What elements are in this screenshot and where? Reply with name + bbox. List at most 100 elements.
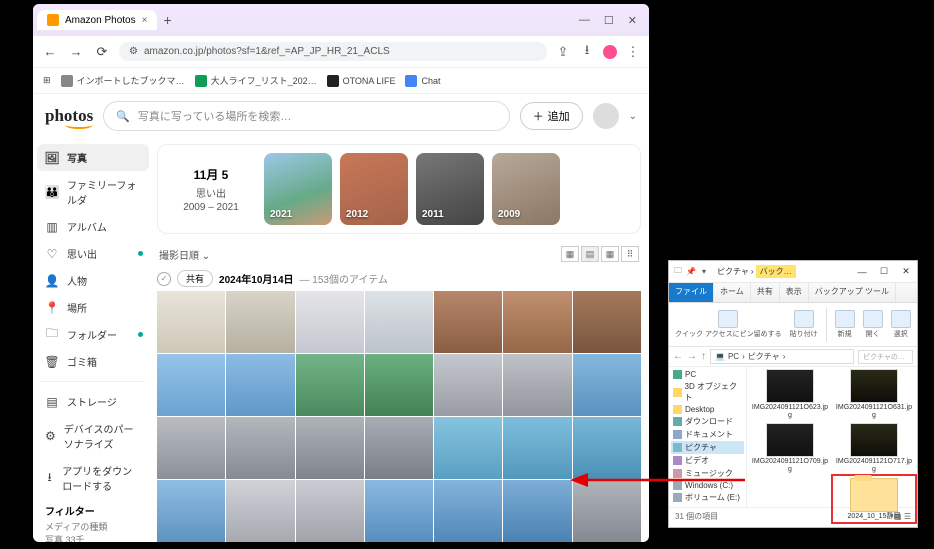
ribbon-tab-backup[interactable]: バックアップ ツール [809, 283, 896, 302]
chevron-down-icon[interactable]: ⌄ [629, 111, 637, 122]
file-item[interactable]: IMG2024091121O631.jpg [835, 369, 913, 419]
photo-thumbnail[interactable] [434, 417, 502, 479]
ribbon-tab-home[interactable]: ホーム [714, 283, 751, 302]
ribbon-pin-quickaccess[interactable]: クイック アクセスにピン留めする [675, 310, 782, 339]
photo-thumbnail[interactable] [296, 480, 364, 542]
ribbon-tab-share[interactable]: 共有 [751, 283, 780, 302]
tree-videos[interactable]: ビデオ [671, 454, 744, 467]
photo-thumbnail[interactable] [365, 417, 433, 479]
breadcrumb[interactable]: 💻 PC› ピクチャ› [710, 349, 854, 364]
filter-photos-count[interactable]: 写真 33千 [37, 533, 149, 542]
photo-thumbnail[interactable] [157, 354, 225, 416]
forward-icon[interactable]: → [687, 351, 697, 362]
photo-thumbnail[interactable] [157, 291, 225, 353]
photo-thumbnail[interactable] [296, 417, 364, 479]
view-small-icon[interactable]: ▦ [601, 246, 619, 262]
back-icon[interactable]: ← [41, 44, 59, 59]
photo-thumbnail[interactable] [503, 480, 571, 542]
photo-thumbnail[interactable] [573, 480, 641, 542]
tree-3d[interactable]: 3D オブジェクト [671, 380, 744, 404]
profile-avatar[interactable] [603, 45, 617, 59]
photo-thumbnail[interactable] [573, 291, 641, 353]
tree-drive-c[interactable]: Windows (C:) [671, 480, 744, 491]
new-tab-button[interactable]: + [163, 12, 171, 28]
download-icon[interactable]: ⭳ [579, 41, 595, 63]
bookmark-item[interactable]: Chat [405, 75, 440, 87]
view-mode-icons[interactable]: ▦ ☰ [894, 512, 911, 521]
ribbon-tab-view[interactable]: 表示 [780, 283, 809, 302]
amazon-photos-logo[interactable]: photos [45, 106, 93, 126]
browser-tab[interactable]: Amazon Photos × [37, 10, 157, 30]
user-avatar[interactable] [593, 103, 619, 129]
view-large-icon[interactable]: ▦ [561, 246, 579, 262]
close-icon[interactable]: ✕ [895, 262, 917, 282]
memory-card[interactable]: 2011 [416, 153, 484, 225]
ribbon-select[interactable]: 選択 [891, 310, 911, 339]
ribbon-new[interactable]: 新規 [835, 310, 855, 339]
photo-thumbnail[interactable] [296, 354, 364, 416]
minimize-icon[interactable]: — [579, 14, 590, 27]
tree-drive-e[interactable]: ボリューム (E:) [671, 491, 744, 504]
sidebar-item-storage[interactable]: ▤ストレージ [37, 388, 149, 415]
photo-thumbnail[interactable] [157, 480, 225, 542]
photo-thumbnail[interactable] [226, 291, 294, 353]
view-medium-icon[interactable]: ▤ [581, 246, 599, 262]
sidebar-item-memories[interactable]: ♡思い出 [37, 240, 149, 267]
site-info-icon[interactable]: ⚙ [129, 46, 138, 57]
tree-documents[interactable]: ドキュメント [671, 428, 744, 441]
maximize-icon[interactable]: ☐ [873, 262, 895, 282]
select-all-checkbox[interactable]: ✓ [157, 272, 171, 286]
file-item[interactable]: IMG2024091121O623.jpg [751, 369, 829, 419]
photo-thumbnail[interactable] [503, 291, 571, 353]
photo-thumbnail[interactable] [157, 417, 225, 479]
sidebar-item-family[interactable]: 👪ファミリーフォルダ [37, 171, 149, 213]
sidebar-item-folders[interactable]: 🗀フォルダー [37, 321, 149, 348]
photo-thumbnail[interactable] [434, 354, 502, 416]
minimize-icon[interactable]: — [851, 262, 873, 282]
photo-thumbnail[interactable] [365, 291, 433, 353]
maximize-icon[interactable]: ☐ [604, 14, 614, 27]
view-tiny-icon[interactable]: ⠿ [621, 246, 639, 262]
memory-card[interactable]: 2012 [340, 153, 408, 225]
bookmark-item[interactable]: 大人ライフ_リスト_202… [195, 74, 317, 87]
memory-card[interactable]: 2009 [492, 153, 560, 225]
file-item[interactable]: IMG2024091121O709.jpg [751, 423, 829, 473]
sidebar-item-people[interactable]: 👤人物 [37, 267, 149, 294]
explorer-search[interactable]: ピクチャの… [858, 350, 913, 364]
add-button[interactable]: ＋ 追加 [520, 102, 583, 130]
photo-thumbnail[interactable] [434, 480, 502, 542]
photo-thumbnail[interactable] [226, 417, 294, 479]
close-tab-icon[interactable]: × [142, 15, 148, 26]
close-icon[interactable]: ✕ [628, 14, 637, 27]
photo-thumbnail[interactable] [573, 417, 641, 479]
address-bar[interactable]: ⚙ amazon.co.jp/photos?sf=1&ref_=AP_JP_HR… [119, 42, 547, 61]
photo-thumbnail[interactable] [226, 354, 294, 416]
ribbon-tab-file[interactable]: ファイル [669, 283, 714, 302]
apps-icon[interactable]: ⊞ [43, 75, 51, 86]
photo-thumbnail[interactable] [573, 354, 641, 416]
tree-downloads[interactable]: ダウンロード [671, 415, 744, 428]
tree-music[interactable]: ミュージック [671, 467, 744, 480]
ribbon-paste[interactable]: 貼り付け [790, 310, 818, 339]
forward-icon[interactable]: → [67, 44, 85, 59]
photo-thumbnail[interactable] [434, 291, 502, 353]
photo-thumbnail[interactable] [365, 480, 433, 542]
sidebar-item-download-app[interactable]: ⭳アプリをダウンロードする [37, 457, 149, 499]
sidebar-item-photos[interactable]: 🖼写真 [37, 144, 149, 171]
up-icon[interactable]: ↑ [701, 351, 706, 362]
reload-icon[interactable]: ⟳ [93, 44, 111, 60]
photo-thumbnail[interactable] [365, 354, 433, 416]
back-icon[interactable]: ← [673, 351, 683, 362]
pin-icon[interactable]: 📌 [686, 267, 696, 277]
photo-thumbnail[interactable] [503, 417, 571, 479]
tree-pictures[interactable]: ピクチャ [671, 441, 744, 454]
photo-thumbnail[interactable] [296, 291, 364, 353]
tree-desktop[interactable]: Desktop [671, 404, 744, 415]
sort-dropdown[interactable]: 撮影日順 ⌄ [159, 247, 210, 262]
search-input[interactable]: 🔍 写真に写っている場所を検索… [103, 101, 509, 131]
chevron-down-icon[interactable]: ▾ [699, 267, 709, 277]
bookmark-folder[interactable]: インポートしたブックマ… [61, 74, 185, 87]
sidebar-item-places[interactable]: 📍場所 [37, 294, 149, 321]
bookmark-item[interactable]: OTONA LIFE [327, 75, 396, 87]
sidebar-item-albums[interactable]: ▥アルバム [37, 213, 149, 240]
